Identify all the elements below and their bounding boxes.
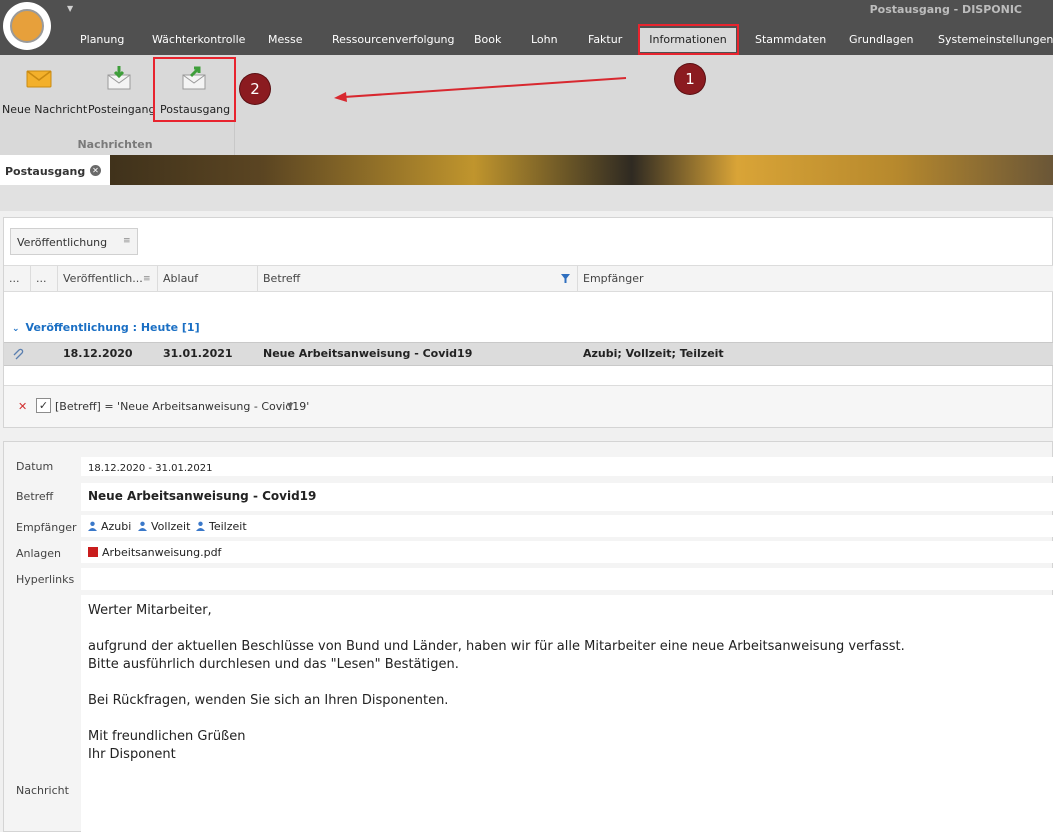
column-header-attachment[interactable]: ... (4, 266, 31, 292)
column-header-recipients[interactable]: Empfänger (578, 266, 1053, 292)
column-header-subject[interactable]: Betreff (258, 266, 578, 292)
group-row-label: Veröffentlichung : Heute [1] (25, 321, 200, 334)
recipient-azubi-label: Azubi (101, 520, 132, 533)
subject-value: Neue Arbeitsanweisung - Covid19 (88, 489, 317, 503)
table-row[interactable]: 18.12.2020 31.01.2021 Neue Arbeitsanweis… (4, 342, 1053, 366)
annotation-marker-2: 2 (240, 74, 270, 104)
app-logo[interactable] (3, 2, 51, 50)
menu-systemeinstellungen[interactable]: Systemeinstellungen (938, 28, 1053, 52)
label-hyperlinks: Hyperlinks (16, 573, 75, 586)
annotation-marker-1: 1 (675, 64, 705, 94)
cell-recipients: Azubi; Vollzeit; Teilzeit (583, 347, 724, 360)
recipient-teilzeit-label: Teilzeit (209, 520, 247, 533)
menu-planung[interactable]: Planung (80, 28, 124, 52)
column-sort-icon[interactable]: ≡ (143, 274, 151, 284)
column-header-read[interactable]: ... (31, 266, 58, 292)
menu-faktur[interactable]: Faktur (588, 28, 622, 52)
attachment-pdf[interactable]: Arbeitsanweisung.pdf (88, 546, 221, 559)
tab-postausgang-label: Postausgang (5, 165, 86, 178)
tab-postausgang[interactable]: Postausgang ✕ (0, 155, 110, 185)
inbox-download-icon (107, 66, 131, 90)
tab-content-band (0, 185, 1053, 211)
filter-enabled-checkbox[interactable]: ✓ (36, 398, 51, 413)
date-value: 18.12.2020 - 31.01.2021 (88, 463, 213, 474)
recipient-teilzeit[interactable]: Teilzeit (196, 520, 247, 533)
neue-nachricht-label: Neue Nachricht (2, 103, 88, 116)
field-hyperlinks[interactable] (81, 568, 1053, 590)
posteingang-button[interactable]: Posteingang (88, 61, 156, 121)
message-detail-panel: Datum 18.12.2020 - 31.01.2021 Betreff Ne… (3, 441, 1053, 832)
annotation-arrow (334, 77, 627, 102)
recipient-vollzeit-label: Vollzeit (151, 520, 191, 533)
recipient-vollzeit[interactable]: Vollzeit (138, 520, 190, 533)
quick-access-dropdown-icon[interactable]: ▼ (67, 4, 73, 13)
field-message[interactable]: Werter Mitarbeiter, aufgrund der aktuell… (81, 595, 1053, 832)
app-window: ▼ Postausgang - DISPONIC Planung Wächter… (0, 0, 1053, 832)
label-message: Nachricht (16, 784, 69, 797)
close-tab-icon[interactable]: ✕ (90, 165, 101, 176)
label-attachments: Anlagen (16, 547, 62, 560)
menu-lohn[interactable]: Lohn (531, 28, 558, 52)
highlight-informationen (638, 24, 739, 55)
filter-expression[interactable]: [Betreff] = 'Neue Arbeitsanweisung - Cov… (55, 400, 309, 413)
field-subject: Neue Arbeitsanweisung - Covid19 (81, 483, 1053, 511)
cell-expires: 31.01.2021 (163, 347, 233, 360)
grid-header-row: ... ... Veröffentlich... ≡ Ablauf Betref… (4, 265, 1053, 292)
message-line: Bei Rückfragen, wenden Sie sich an Ihren… (88, 693, 449, 708)
logo-globe-icon (10, 9, 44, 43)
sort-icon: ≡ (123, 236, 131, 246)
message-line: aufgrund der aktuellen Beschlüsse von Bu… (88, 639, 905, 654)
menu-grundlagen[interactable]: Grundlagen (849, 28, 914, 52)
messages-grid: Veröffentlichung ≡ ... ... Veröffentlich… (3, 217, 1053, 428)
field-attachments: Arbeitsanweisung.pdf (81, 541, 1053, 563)
column-filter-icon[interactable] (561, 274, 570, 283)
person-icon (138, 521, 147, 531)
label-subject: Betreff (16, 490, 54, 503)
group-row-heute[interactable]: ⌄ Veröffentlichung : Heute [1] (12, 321, 200, 334)
person-icon (88, 521, 97, 531)
filter-bar: ✕ ✓ [Betreff] = 'Neue Arbeitsanweisung -… (4, 385, 1052, 427)
menu-ressourcenverfolgung[interactable]: Ressourcenverfolgung (332, 28, 455, 52)
message-line: Werter Mitarbeiter, (88, 603, 212, 618)
message-line: Mit freundlichen Grüßen (88, 729, 246, 744)
posteingang-label: Posteingang (88, 103, 156, 116)
highlight-postausgang (153, 57, 236, 122)
field-date: 18.12.2020 - 31.01.2021 (81, 457, 1053, 476)
cell-subject: Neue Arbeitsanweisung - Covid19 (263, 347, 473, 360)
column-header-expires[interactable]: Ablauf (158, 266, 258, 292)
group-by-label: Veröffentlichung (17, 236, 108, 249)
cell-published: 18.12.2020 (63, 347, 133, 360)
window-title: Postausgang - DISPONIC (869, 3, 1022, 16)
label-date: Datum (16, 460, 54, 473)
title-bar: ▼ Postausgang - DISPONIC Planung Wächter… (0, 0, 1053, 55)
menu-book[interactable]: Book (474, 28, 501, 52)
nachrichten-group-label: Nachrichten (77, 138, 153, 151)
group-expand-icon[interactable]: ⌄ (12, 324, 20, 334)
message-line: Ihr Disponent (88, 747, 176, 762)
attachment-label: Arbeitsanweisung.pdf (102, 546, 222, 559)
message-line: Bitte ausführlich durchlesen und das "Le… (88, 657, 459, 672)
menu-stammdaten[interactable]: Stammdaten (755, 28, 826, 52)
menu-messe[interactable]: Messe (268, 28, 303, 52)
envelope-icon (26, 70, 52, 88)
group-by-chip[interactable]: Veröffentlichung ≡ (10, 228, 138, 255)
recipient-azubi[interactable]: Azubi (88, 520, 131, 533)
document-tab-strip: Postausgang ✕ (0, 155, 1053, 185)
field-recipients: Azubi Vollzeit Teilzeit (81, 515, 1053, 537)
pdf-icon (88, 547, 98, 557)
menu-waechterkontrolle[interactable]: Wächterkontrolle (152, 28, 245, 52)
person-icon (196, 521, 205, 531)
filter-dropdown-icon[interactable]: ▼ (287, 401, 293, 410)
neue-nachricht-button[interactable]: Neue Nachricht (2, 61, 88, 121)
label-recipients: Empfänger (16, 521, 77, 534)
clear-filter-icon[interactable]: ✕ (18, 400, 27, 413)
paperclip-icon (13, 348, 24, 360)
